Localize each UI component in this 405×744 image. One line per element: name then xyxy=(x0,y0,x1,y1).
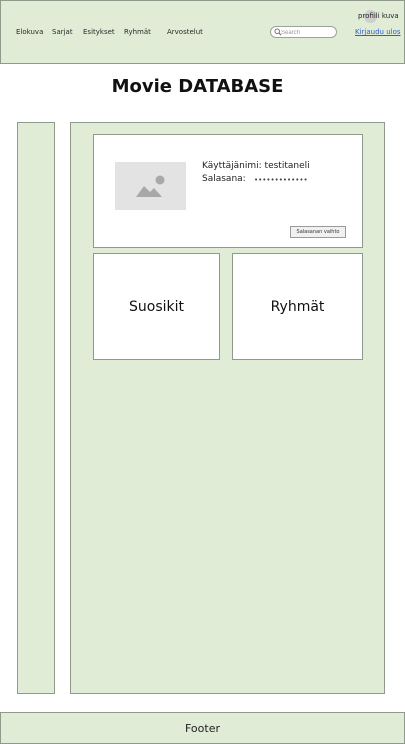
nav-esitykset[interactable]: Esitykset xyxy=(83,28,115,36)
profile-image-placeholder xyxy=(115,162,186,210)
left-sidebar xyxy=(17,122,55,694)
page-title: Movie DATABASE xyxy=(111,76,284,97)
password-mask: ••••••••••••• xyxy=(254,176,308,184)
footer: Footer xyxy=(0,712,405,744)
image-placeholder-icon xyxy=(136,175,165,197)
profile-card: Käyttäjänimi: testitaneli Salasana: ••••… xyxy=(93,134,363,248)
change-password-button[interactable]: Salasanan vaihto xyxy=(290,226,346,238)
top-navigation-bar: Elokuva Sarjat Esitykset Ryhmät Arvostel… xyxy=(0,0,405,64)
search-input[interactable] xyxy=(281,28,333,37)
nav-arvostelut[interactable]: Arvostelut xyxy=(167,28,203,36)
groups-tile[interactable]: Ryhmät xyxy=(232,253,363,360)
username-text: Käyttäjänimi: testitaneli xyxy=(202,161,310,171)
nav-elokuva[interactable]: Elokuva xyxy=(16,28,43,36)
profile-picture-label: profiili kuva xyxy=(358,12,399,20)
nav-sarjat[interactable]: Sarjat xyxy=(52,28,73,36)
logout-link[interactable]: Kirjaudu ulos xyxy=(355,28,401,36)
nav-ryhmat[interactable]: Ryhmät xyxy=(124,28,151,36)
favorites-tile[interactable]: Suosikit xyxy=(93,253,220,360)
search-box[interactable] xyxy=(270,26,337,38)
password-label: Salasana: xyxy=(202,174,246,184)
